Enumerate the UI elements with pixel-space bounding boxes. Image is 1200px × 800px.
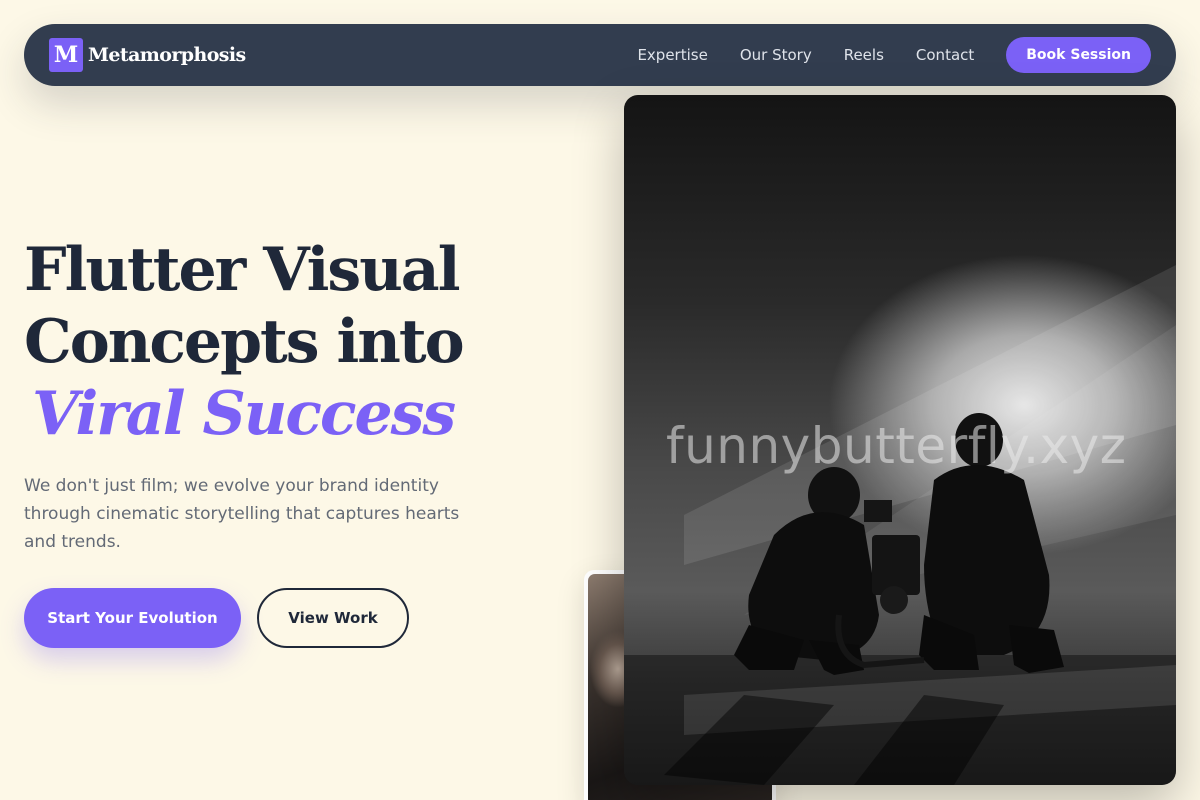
brand[interactable]: M Metamorphosis <box>49 38 246 72</box>
nav-link-reels[interactable]: Reels <box>844 46 884 64</box>
hero-subtitle: We don't just film; we evolve your brand… <box>24 476 460 552</box>
nav-links: Expertise Our Story Reels Contact Book S… <box>637 37 1151 73</box>
hero-photo: funnybutterfly.xyz <box>624 95 1176 785</box>
view-work-button[interactable]: View Work <box>257 588 409 648</box>
hero-title-line-2: Concepts into <box>24 307 465 377</box>
navbar: M Metamorphosis Expertise Our Story Reel… <box>24 24 1176 86</box>
hero-title: Flutter Visual Concepts into Viral Succe… <box>24 234 584 450</box>
logo-icon: M <box>49 38 83 72</box>
nav-link-our-story[interactable]: Our Story <box>740 46 812 64</box>
start-evolution-button[interactable]: Start Your Evolution <box>24 588 241 648</box>
watermark-text: funnybutterfly.xyz <box>666 417 1127 475</box>
hero-title-accent: Viral Success <box>32 379 456 449</box>
book-session-button[interactable]: Book Session <box>1006 37 1151 73</box>
hero-title-line-1: Flutter Visual <box>24 235 460 305</box>
brand-name: Metamorphosis <box>88 44 246 66</box>
nav-link-contact[interactable]: Contact <box>916 46 974 64</box>
nav-link-expertise[interactable]: Expertise <box>637 46 707 64</box>
